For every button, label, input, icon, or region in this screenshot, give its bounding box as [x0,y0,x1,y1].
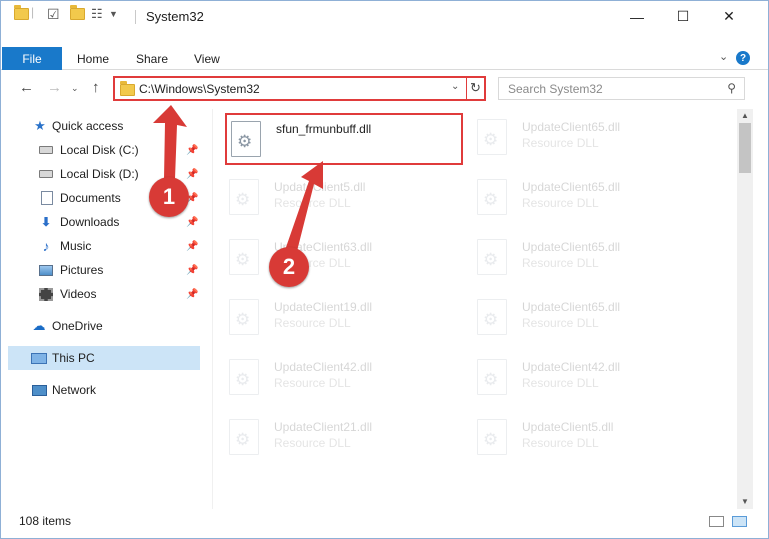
callout-step-1: 1 [149,177,189,217]
arrow-2 [284,161,323,259]
explorer-window: | ☑ ☷ ▼ System32 — ☐ ✕ File Home Share V… [0,0,769,539]
callout-step-2: 2 [269,247,309,287]
arrow-1 [153,105,187,179]
annotation-arrows [153,105,323,259]
